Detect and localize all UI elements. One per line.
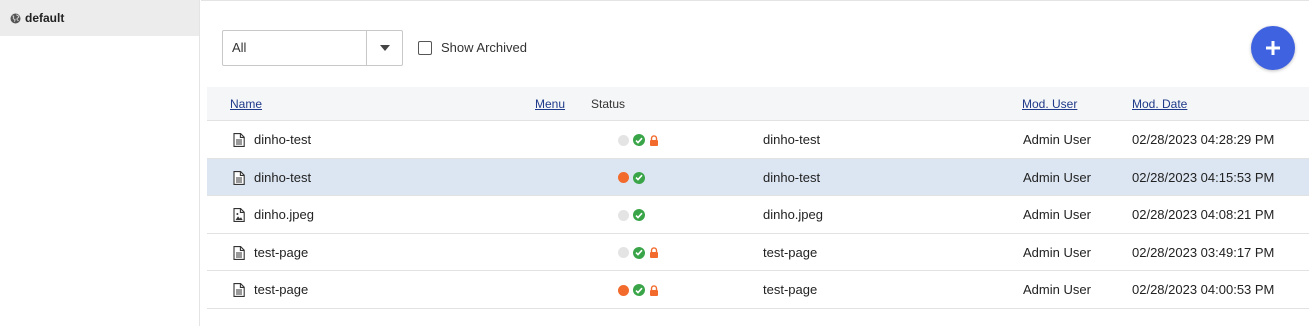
row-path: test-page bbox=[763, 282, 818, 298]
show-archived-toggle[interactable]: Show Archived bbox=[418, 40, 527, 55]
header-status: Status bbox=[591, 97, 626, 111]
row-mod-user: Admin User bbox=[1023, 244, 1091, 260]
published-check-icon bbox=[633, 284, 645, 297]
lock-icon bbox=[649, 285, 659, 296]
filter-select[interactable]: All bbox=[222, 30, 403, 66]
table-row[interactable]: dinho-test dinho-test Admin User 02/28/2023… bbox=[207, 121, 1309, 159]
row-name[interactable]: test-page bbox=[254, 271, 308, 308]
row-mod-date: 02/28/2023 03:49:17 PM bbox=[1132, 244, 1275, 260]
site-label: default bbox=[25, 11, 65, 25]
draft-state-icon bbox=[618, 209, 629, 221]
row-mod-date: 02/28/2023 04:28:29 PM bbox=[1132, 132, 1275, 147]
working-state-icon bbox=[618, 172, 629, 184]
row-status bbox=[618, 209, 649, 222]
row-path: dinho-test bbox=[763, 132, 821, 147]
row-name[interactable]: dinho.jpeg bbox=[254, 196, 314, 233]
published-check-icon bbox=[633, 134, 645, 146]
document-icon bbox=[233, 133, 245, 147]
row-mod-date: 02/28/2023 04:00:53 PM bbox=[1132, 282, 1275, 298]
working-state-icon bbox=[618, 284, 629, 296]
lock-icon bbox=[649, 247, 659, 259]
globe-icon bbox=[10, 13, 21, 24]
published-check-icon bbox=[633, 209, 645, 222]
row-name[interactable]: test-page bbox=[254, 234, 308, 271]
site-item-default[interactable]: default bbox=[0, 0, 199, 36]
row-name[interactable]: dinho-test bbox=[254, 159, 311, 196]
row-status bbox=[618, 134, 659, 146]
table-row[interactable]: dinho-test dinho-test Admin User 02/28/2023… bbox=[207, 158, 1309, 197]
published-check-icon bbox=[633, 171, 645, 184]
row-mod-user: Admin User bbox=[1023, 169, 1091, 185]
draft-state-icon bbox=[618, 247, 629, 259]
row-path: dinho-test bbox=[763, 169, 821, 185]
image-file-icon bbox=[233, 208, 245, 223]
row-path: dinho.jpeg bbox=[763, 207, 823, 223]
filter-select-value: All bbox=[232, 40, 247, 55]
app: default All Show Archived Name Menu Stat… bbox=[0, 0, 1309, 326]
published-check-icon bbox=[633, 246, 645, 259]
row-name[interactable]: dinho-test bbox=[254, 121, 311, 158]
lock-icon bbox=[649, 134, 659, 146]
caret-down-icon bbox=[379, 45, 390, 51]
sidebar: default bbox=[0, 0, 200, 326]
row-path: test-page bbox=[763, 244, 818, 260]
table-row[interactable]: dinho.jpeg dinho.jpeg Admin User 02/28/2023… bbox=[207, 196, 1309, 234]
row-status bbox=[618, 246, 659, 259]
row-mod-user: Admin User bbox=[1023, 282, 1091, 298]
table-row[interactable]: test-page test-page Admin User 02/28/2023 0… bbox=[207, 234, 1309, 272]
content-area: All Show Archived Name Menu Status Mod. … bbox=[201, 0, 1309, 326]
row-status bbox=[618, 171, 649, 184]
document-icon bbox=[233, 170, 245, 185]
table-row[interactable]: test-page test-page Admin User 02/28/2023 0… bbox=[207, 271, 1309, 309]
row-status bbox=[618, 284, 659, 297]
content-table: Name Menu Status Mod. User Mod. Date din… bbox=[207, 87, 1309, 309]
table-body: dinho-test dinho-test Admin User 02/28/2023… bbox=[207, 121, 1309, 309]
header-name[interactable]: Name bbox=[230, 87, 262, 121]
show-archived-checkbox[interactable] bbox=[418, 40, 432, 55]
row-mod-date: 02/28/2023 04:15:53 PM bbox=[1132, 169, 1275, 185]
table-header: Name Menu Status Mod. User Mod. Date bbox=[207, 87, 1309, 121]
draft-state-icon bbox=[618, 134, 629, 146]
document-icon bbox=[233, 245, 245, 260]
add-button[interactable] bbox=[1251, 26, 1295, 70]
header-menu[interactable]: Menu bbox=[535, 87, 565, 121]
row-mod-user: Admin User bbox=[1023, 207, 1091, 223]
row-mod-user: Admin User bbox=[1023, 132, 1091, 147]
plus-icon bbox=[1266, 41, 1280, 55]
show-archived-label: Show Archived bbox=[441, 40, 527, 55]
header-mod-date[interactable]: Mod. Date bbox=[1132, 87, 1187, 121]
filter-dropdown-button[interactable] bbox=[366, 31, 402, 65]
document-icon bbox=[233, 283, 245, 298]
row-mod-date: 02/28/2023 04:08:21 PM bbox=[1132, 207, 1275, 223]
header-mod-user[interactable]: Mod. User bbox=[1022, 87, 1077, 121]
